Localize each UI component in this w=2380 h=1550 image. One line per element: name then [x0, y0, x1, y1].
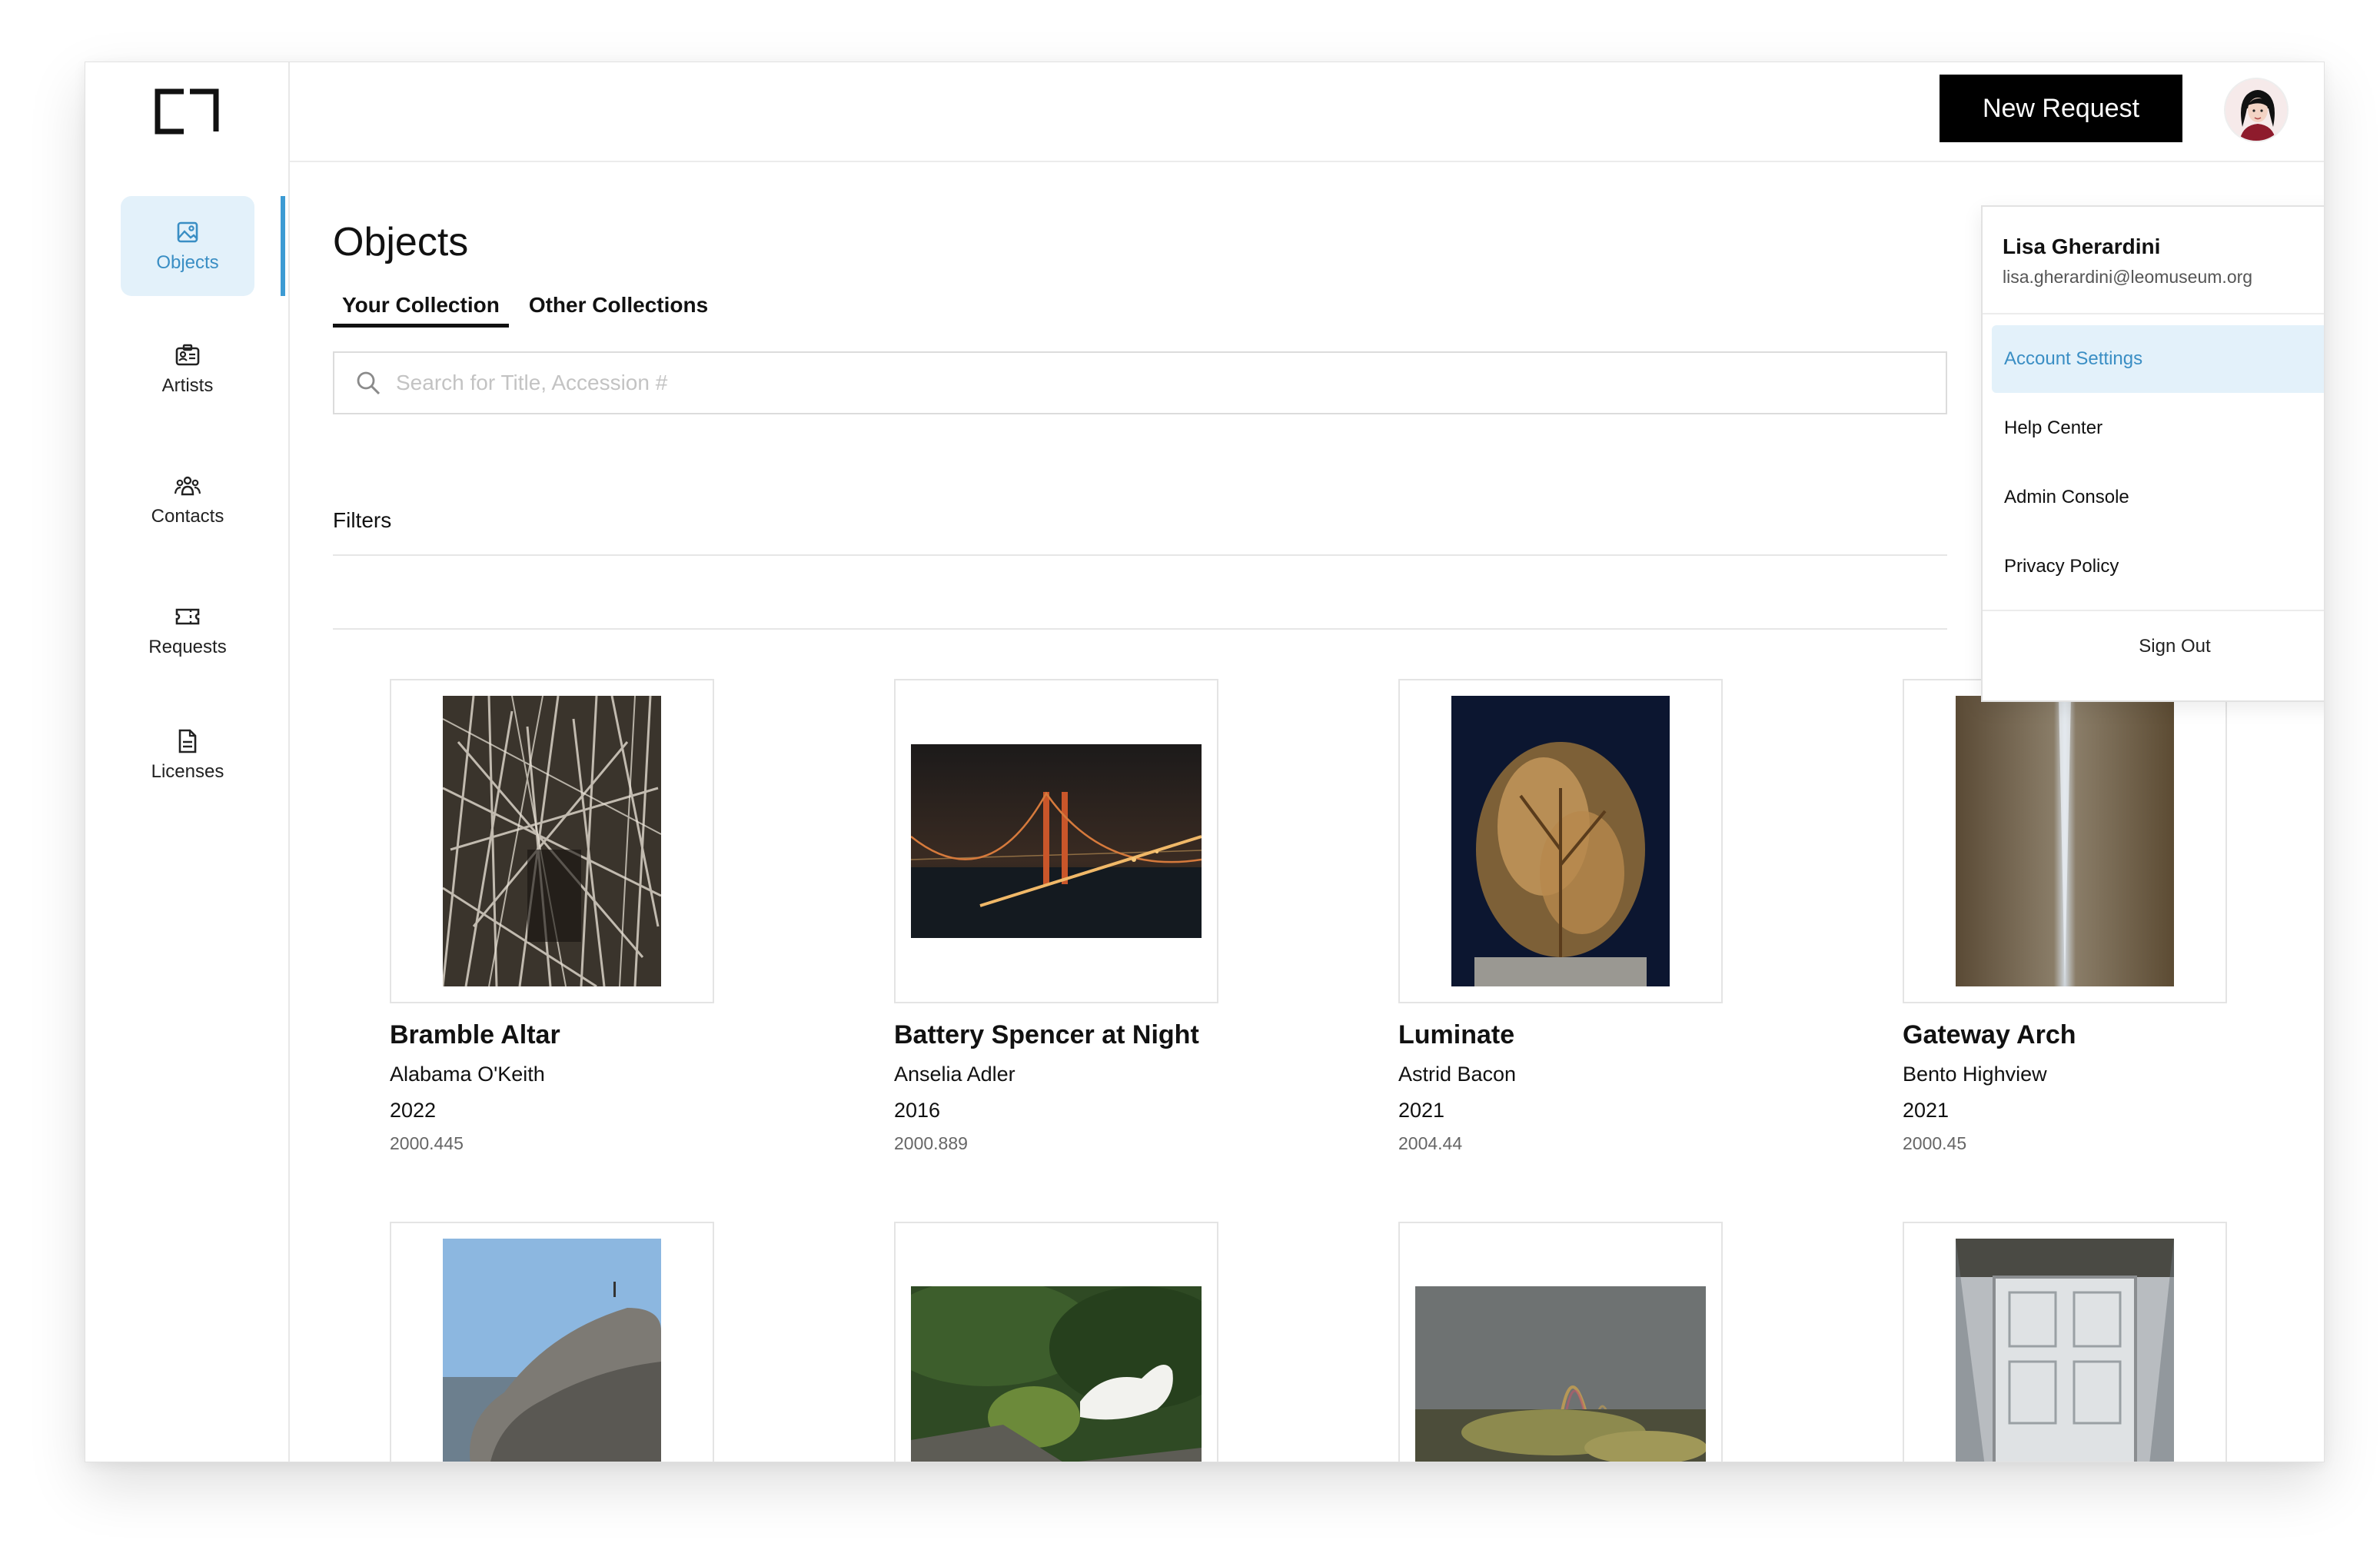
- tab-your-collection[interactable]: Your Collection: [333, 293, 509, 328]
- divider: [333, 628, 1947, 630]
- search-input[interactable]: [396, 371, 1780, 395]
- object-card[interactable]: Luminate Astrid Bacon 2021 2004.44: [1398, 679, 1829, 1154]
- object-card[interactable]: [1398, 1222, 1829, 1462]
- sidebar-item-label: Artists: [161, 375, 214, 396]
- account-menu: Lisa Gherardini lisa.gherardini@leomuseu…: [1981, 205, 2324, 702]
- sidebar-item-label: Objects: [156, 252, 219, 273]
- rainbow-image: [1415, 1286, 1706, 1462]
- object-thumbnail[interactable]: [390, 1222, 714, 1462]
- account-name: Lisa Gherardini: [2003, 234, 2161, 258]
- rock-image: [443, 1239, 661, 1462]
- avatar-image: [2225, 79, 2287, 141]
- object-artist: Bento Highview: [1903, 1063, 2047, 1086]
- object-thumbnail[interactable]: [1398, 679, 1723, 1003]
- object-artist: Alabama O'Keith: [390, 1063, 545, 1086]
- sidebar-item-artists[interactable]: Artists: [121, 319, 254, 419]
- search-bar[interactable]: [333, 351, 1947, 414]
- divider: [333, 554, 1947, 556]
- object-thumbnail[interactable]: [894, 1222, 1218, 1462]
- object-card[interactable]: [894, 1222, 1325, 1462]
- sign-out-button[interactable]: Sign Out: [1983, 636, 2324, 657]
- goat-image: [911, 1286, 1202, 1462]
- sidebar-item-requests[interactable]: Requests: [121, 580, 254, 680]
- document-icon: [178, 729, 197, 753]
- menu-item-help-center[interactable]: Help Center: [1992, 394, 2324, 462]
- object-year: 2016: [894, 1099, 941, 1122]
- object-card[interactable]: Gateway Arch Bento Highview 2021 2000.45: [1903, 679, 2324, 1154]
- object-accession: 2000.445: [390, 1133, 464, 1153]
- object-card[interactable]: Battery Spencer at Night Anselia Adler 2…: [894, 679, 1325, 1154]
- search-icon: [357, 371, 381, 395]
- sidebar-item-label: Requests: [148, 637, 227, 657]
- top-bar: New Request: [290, 62, 2324, 162]
- object-card[interactable]: Bramble Altar Alabama O'Keith 2022 2000.…: [390, 679, 820, 1154]
- menu-item-privacy-policy[interactable]: Privacy Policy: [1992, 533, 2324, 600]
- account-email: lisa.gherardini@leomuseum.org: [2003, 267, 2253, 287]
- page-title: Objects: [333, 220, 469, 264]
- object-thumbnail[interactable]: [894, 679, 1218, 1003]
- app-window: Objects Artists Contacts Requests Licens…: [85, 62, 2325, 1462]
- object-artist: Astrid Bacon: [1398, 1063, 1517, 1086]
- menu-divider: [1983, 313, 2324, 314]
- tree-image: [1451, 696, 1670, 986]
- object-accession: 2000.889: [894, 1133, 968, 1153]
- object-year: 2021: [1398, 1099, 1445, 1122]
- object-accession: 2004.44: [1398, 1133, 1463, 1153]
- menu-item-admin-console[interactable]: Admin Console: [1992, 464, 2324, 531]
- people-icon: [174, 476, 201, 496]
- object-year: 2022: [390, 1099, 437, 1122]
- object-title[interactable]: Bramble Altar: [390, 1020, 820, 1050]
- tab-other-collections[interactable]: Other Collections: [520, 293, 717, 328]
- active-indicator: [281, 196, 285, 296]
- object-thumbnail[interactable]: [1903, 1222, 2227, 1462]
- object-artist: Anselia Adler: [894, 1063, 1015, 1086]
- object-title[interactable]: Battery Spencer at Night: [894, 1020, 1325, 1050]
- bridge-image: [911, 744, 1202, 938]
- sidebar-item-contacts[interactable]: Contacts: [121, 450, 254, 550]
- object-card[interactable]: [390, 1222, 820, 1462]
- filters-toggle[interactable]: Filters: [333, 508, 391, 533]
- object-title[interactable]: Luminate: [1398, 1020, 1829, 1050]
- sidebar-item-label: Contacts: [151, 506, 224, 527]
- object-accession: 2000.45: [1903, 1133, 1967, 1153]
- menu-item-account-settings[interactable]: Account Settings: [1992, 325, 2324, 393]
- sidebar: Objects Artists Contacts Requests Licens…: [85, 62, 290, 1462]
- door-image: [1956, 1239, 2174, 1462]
- object-thumbnail[interactable]: [1903, 679, 2227, 1003]
- image-icon: [177, 221, 198, 243]
- object-thumbnail[interactable]: [390, 679, 714, 1003]
- menu-divider: [1983, 610, 2324, 611]
- id-card-icon: [175, 344, 200, 366]
- app-logo[interactable]: [155, 88, 219, 135]
- object-card[interactable]: [1903, 1222, 2324, 1462]
- ticket-icon: [175, 608, 200, 625]
- sidebar-item-licenses[interactable]: Licenses: [121, 705, 254, 805]
- object-thumbnail[interactable]: [1398, 1222, 1723, 1462]
- object-title[interactable]: Gateway Arch: [1903, 1020, 2324, 1050]
- avatar[interactable]: [2224, 78, 2289, 142]
- arch-image: [1956, 696, 2174, 986]
- collection-tabs: Your Collection Other Collections: [333, 293, 717, 328]
- sidebar-item-objects[interactable]: Objects: [121, 196, 254, 296]
- bramble-image: [443, 696, 661, 986]
- new-request-button[interactable]: New Request: [1940, 75, 2182, 142]
- sidebar-item-label: Licenses: [151, 761, 224, 782]
- object-year: 2021: [1903, 1099, 1950, 1122]
